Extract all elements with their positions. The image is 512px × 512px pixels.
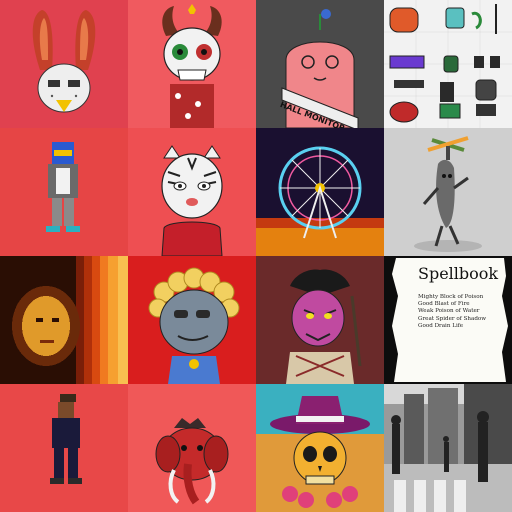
tile-purple-demon[interactable] [256,256,384,384]
tiger-art [128,128,256,256]
tile-street-photo[interactable] [384,384,512,512]
spell-item: Weak Poison of Water [418,308,480,315]
tile-pixel-mona-lisa[interactable] [0,256,128,384]
tile-spellbook[interactable]: Spellbook Mighty Block of Poison Good Bl… [384,256,512,384]
tile-skull-devil[interactable] [128,0,256,128]
tile-item-sheet[interactable] [384,0,512,128]
pixel-person-art [0,384,128,512]
spell-item: Mighty Block of Poison [418,294,484,300]
item-sheet-art [384,0,512,128]
nft-gallery-grid: HALL MONITOR Spellbook Mighty Block of P… [0,0,512,512]
spell-list: Mighty Block of Poison Good Blast of Fir… [418,294,486,330]
pixel-mona-lisa-art [0,256,128,384]
tile-rabbit-mask[interactable] [0,0,128,128]
tile-skull-sombrero[interactable] [256,384,384,512]
spell-item: Good Blast of Fire [418,301,470,308]
tile-gray-head-curly[interactable] [128,256,256,384]
gray-head-curly-art [128,256,256,384]
banana-propeller-art [384,128,512,256]
tile-pixel-person[interactable] [0,384,128,512]
skull-devil-art [128,0,256,128]
pixel-robot-art [0,128,128,256]
tile-tiger[interactable] [128,128,256,256]
skull-sombrero-art [256,384,384,512]
spell-item: Great Spider of Shadow [418,315,487,322]
tile-pink-monster[interactable]: HALL MONITOR [256,0,384,128]
red-mammoth-art [128,384,256,512]
tile-ferris-wheel[interactable] [256,128,384,256]
tile-red-mammoth[interactable] [128,384,256,512]
purple-demon-art [256,256,384,384]
rabbit-mask-art [0,0,128,128]
ferris-wheel-art [256,128,384,256]
street-photo-art [384,384,512,512]
tile-pixel-robot[interactable] [0,128,128,256]
tile-banana-propeller[interactable] [384,128,512,256]
spell-item: Good Drain Life [418,322,464,329]
spellbook-title: Spellbook [418,264,499,283]
pink-monster-art [256,0,384,128]
